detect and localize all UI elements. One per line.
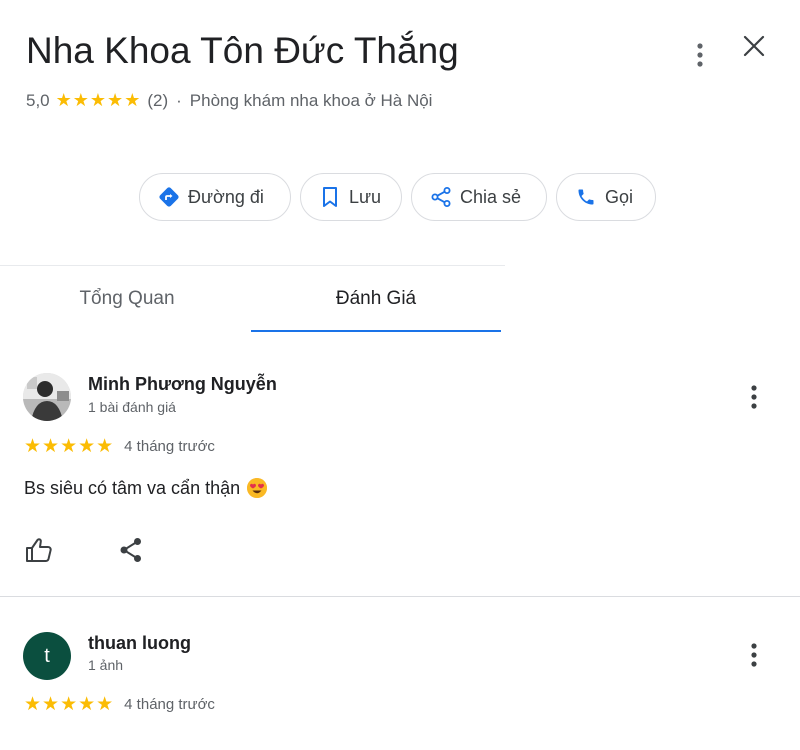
review-author-meta: 1 ảnh <box>88 657 124 673</box>
save-label: Lưu <box>349 186 382 207</box>
separator: · <box>176 90 182 110</box>
review-author[interactable]: Minh Phương Nguyễn <box>88 374 277 395</box>
save-button[interactable]: Lưu <box>300 173 402 221</box>
like-button[interactable] <box>24 535 54 565</box>
active-tab-indicator <box>251 330 501 332</box>
share-icon <box>430 186 452 208</box>
review-count[interactable]: (2) <box>147 91 168 111</box>
review-author[interactable]: thuan luong <box>88 633 191 654</box>
review-time: 4 tháng trước <box>124 438 215 455</box>
phone-icon <box>575 186 597 208</box>
avatar-photo <box>23 373 71 421</box>
review-more-button[interactable] <box>740 639 768 671</box>
review-stars: ★★★★★ <box>24 694 115 715</box>
heart-eyes-emoji-icon <box>247 478 268 498</box>
more-vert-icon <box>751 385 757 409</box>
review-divider <box>0 596 800 597</box>
review-rating: ★★★★★ 4 tháng trước <box>24 435 215 458</box>
more-vert-icon <box>751 643 757 667</box>
review-stars: ★★★★★ <box>24 436 115 457</box>
share-icon <box>120 538 141 562</box>
call-label: Gọi <box>605 186 634 207</box>
close-icon <box>743 35 765 57</box>
tab-overview[interactable]: Tổng Quan <box>2 266 252 332</box>
more-options-button[interactable] <box>686 40 714 70</box>
more-vert-icon <box>697 43 703 67</box>
call-button[interactable]: Gọi <box>556 173 656 221</box>
close-button[interactable] <box>738 30 770 62</box>
review-text-content: Bs siêu có tâm va cẩn thận <box>24 477 241 498</box>
review-more-button[interactable] <box>740 381 768 413</box>
review-time: 4 tháng trước <box>124 696 215 713</box>
bookmark-icon <box>319 186 341 208</box>
review-author-meta: 1 bài đánh giá <box>88 399 176 415</box>
action-bar: Đường đi Lưu Chia sẻ Gọi <box>139 173 656 221</box>
tab-reviews[interactable]: Đánh Giá <box>251 266 501 332</box>
review-rating: ★★★★★ 4 tháng trước <box>24 693 215 716</box>
directions-icon <box>158 186 180 208</box>
rating-stars: ★★★★★ <box>55 90 142 110</box>
thumbs-up-icon <box>26 538 52 562</box>
avatar[interactable]: t <box>23 632 71 680</box>
place-subtitle: 5,0 ★★★★★ (2) · Phòng khám nha khoa ở Hà… <box>26 90 432 111</box>
share-button[interactable]: Chia sẻ <box>411 173 547 221</box>
place-title: Nha Khoa Tôn Đức Thắng <box>26 30 459 71</box>
directions-button[interactable]: Đường đi <box>139 173 291 221</box>
review-text: Bs siêu có tâm va cẩn thận <box>24 477 268 499</box>
place-category: Phòng khám nha khoa ở Hà Nội <box>189 90 433 110</box>
share-label: Chia sẻ <box>460 186 522 207</box>
directions-label: Đường đi <box>188 186 264 207</box>
avatar[interactable] <box>23 373 71 421</box>
review-share-button[interactable] <box>116 535 146 565</box>
rating-value: 5,0 <box>26 90 50 110</box>
